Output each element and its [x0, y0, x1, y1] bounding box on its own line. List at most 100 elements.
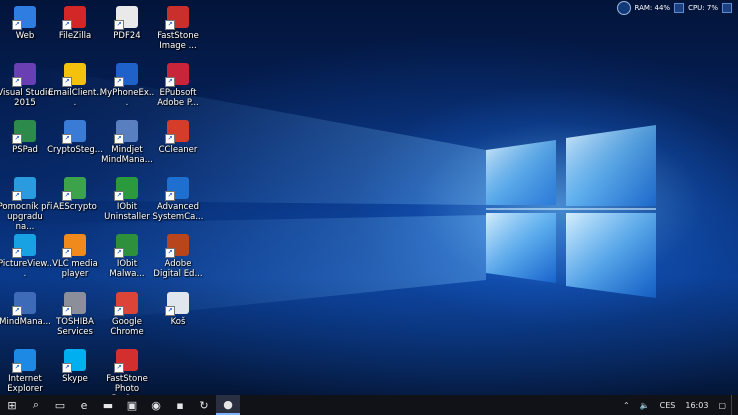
shortcut-arrow-icon: ↗ [114, 77, 124, 87]
desktop-icon[interactable]: ↗ PSPad [0, 116, 53, 172]
desktop-icon-label: Web [15, 31, 35, 41]
desktop-icon[interactable]: ↗ EmailClient... [47, 59, 103, 115]
desktop-icon[interactable]: ↗ FastStone Image ... [150, 2, 206, 58]
vlc-icon: ↗ [62, 234, 86, 258]
desktop-icon[interactable]: ↗ PictureView... [0, 230, 53, 286]
shortcut-arrow-icon: ↗ [165, 248, 175, 258]
taskbar-app-active[interactable]: ● [216, 395, 240, 415]
shortcut-arrow-icon: ↗ [62, 20, 72, 30]
shortcut-arrow-icon: ↗ [12, 77, 22, 87]
shortcut-arrow-icon: ↗ [62, 134, 72, 144]
cpu-usage: CPU: 7% [688, 4, 718, 12]
desktop-icon[interactable]: ↗ Skype [47, 345, 103, 395]
app-circle-icon: ● [223, 397, 233, 411]
desktop-icon[interactable]: ↗ Adobe Digital Ed... [150, 230, 206, 286]
desktop-icon-label: VLC media player [52, 259, 98, 279]
shortcut-arrow-icon: ↗ [12, 20, 22, 30]
show-desktop-button[interactable] [731, 395, 738, 415]
language-indicator[interactable]: CES [655, 401, 681, 410]
windows-logo-icon: ⊞ [7, 398, 17, 412]
refresh-icon: ↻ [199, 398, 209, 412]
desktop-icon[interactable]: ↗ Visual Studio 2015 [0, 59, 53, 115]
desktop[interactable]: ↗ Web ↗ FileZilla ↗ PDF24 ↗ FastStone Image ...… [0, 0, 738, 395]
shortcut-arrow-icon: ↗ [12, 248, 22, 258]
desktop-icon[interactable]: ↗FastStone Photo Resizer [99, 345, 155, 395]
shortcut-arrow-icon: ↗ [62, 191, 72, 201]
search-icon: ⌕ [32, 398, 40, 411]
app-window-icon: ▪ [176, 398, 184, 412]
shortcut-arrow-icon: ↗ [12, 363, 22, 373]
shortcut-arrow-icon: ↗ [165, 191, 175, 201]
taskbar-app-refresh[interactable]: ↻ [192, 395, 216, 415]
taskbar-edge[interactable]: e [72, 395, 96, 415]
desktop-icon[interactable]: ↗ MindMana... [0, 288, 53, 344]
taskbar-explorer[interactable]: ▬ [96, 395, 120, 415]
notification-icon[interactable]: ▢ [713, 401, 731, 410]
task-view-button[interactable]: ▭ [48, 395, 72, 415]
system-tray: ⌃ 🔈 CES 16:03 ▢ [618, 395, 738, 415]
shortcut-arrow-icon: ↗ [62, 248, 72, 258]
desktop-icon[interactable]: ↗ TOSHIBA Services [47, 288, 103, 344]
desktop-icon-label: Mindjet MindMana... [101, 145, 153, 165]
desktop-icon[interactable]: ↗ AEScrypto [47, 173, 103, 229]
desktop-icon[interactable]: ↗ Mindjet MindMana... [99, 116, 155, 172]
desktop-icon-label: Skype [62, 374, 88, 384]
desktop-icon[interactable]: ↗ MyPhoneEx... [99, 59, 155, 115]
taskbar: ⊞ ⌕ ▭ e ▬ ▣ ◉ ▪ ↻ ● ⌃ 🔈 CES 16:03 ▢ [0, 395, 738, 415]
shortcut-arrow-icon: ↗ [114, 248, 124, 258]
picture-viewer-icon: ↗ [12, 234, 36, 258]
desktop-icon[interactable]: ↗ IObit Malwa... [99, 230, 155, 286]
taskbar-app-blue[interactable]: ▪ [168, 395, 192, 415]
desktop-icon-label: Advanced SystemCa... [152, 202, 204, 222]
store-icon: ▣ [126, 398, 138, 412]
ram-bar-icon [674, 3, 685, 13]
desktop-icon[interactable]: ↗ Internet Explorer [0, 345, 53, 395]
search-button[interactable]: ⌕ [24, 395, 48, 415]
desktop-icon-label: CCleaner [158, 145, 198, 155]
start-button[interactable]: ⊞ [0, 395, 24, 415]
desktop-icon[interactable]: ↗ IObit Uninstaller [99, 173, 155, 229]
chrome-icon: ↗ [114, 292, 138, 316]
recycle-bin-icon: ↗ [165, 292, 189, 316]
adobe-digital-editions-icon: ↗ [165, 234, 189, 258]
desktop-icon-label: FileZilla [58, 31, 92, 41]
myphoneexplorer-icon: ↗ [114, 63, 138, 87]
shortcut-arrow-icon: ↗ [114, 134, 124, 144]
toshiba-icon: ↗ [62, 292, 86, 316]
shortcut-arrow-icon: ↗ [114, 20, 124, 30]
desktop-icon[interactable]: ↗ VLC media player [47, 230, 103, 286]
desktop-icon[interactable]: ↗ Web [0, 2, 53, 58]
taskbar-store[interactable]: ▣ [120, 395, 144, 415]
clock[interactable]: 16:03 [680, 401, 713, 410]
desktop-icon[interactable]: ↗ FileZilla [47, 2, 103, 58]
chevron-up-icon[interactable]: ⌃ [618, 401, 635, 410]
skype-icon: ↗ [62, 349, 86, 373]
desktop-icon[interactable]: ↗ Koš [150, 288, 206, 344]
volume-icon[interactable]: 🔈 [635, 401, 655, 410]
aescrypto-icon: ↗ [62, 177, 86, 201]
desktop-icon-label: EPubsoft Adobe P... [157, 88, 199, 108]
shortcut-arrow-icon: ↗ [114, 191, 124, 201]
shortcut-arrow-icon: ↗ [12, 191, 22, 201]
chrome-icon: ◉ [151, 398, 161, 412]
desktop-icon[interactable]: ↗ Pomocník při upgradu na... [0, 173, 53, 232]
desktop-icon[interactable]: ↗ EPubsoft Adobe P... [150, 59, 206, 115]
folder-icon: ▬ [102, 398, 114, 412]
faststone-viewer-icon: ↗ [165, 6, 189, 30]
ram-usage: RAM: 44% [634, 4, 671, 12]
star-icon: ↗ [62, 63, 86, 87]
shortcut-arrow-icon: ↗ [114, 363, 124, 373]
desktop-icon-label: AEScrypto [53, 202, 97, 212]
taskbar-chrome[interactable]: ◉ [144, 395, 168, 415]
desktop-icon[interactable]: ↗ Google Chrome [99, 288, 155, 344]
task-view-icon: ▭ [54, 398, 66, 412]
desktop-icon[interactable]: ↗ CryptoSteg... [47, 116, 103, 172]
desktop-icon-label: PictureView... [0, 259, 53, 279]
system-monitor-widget[interactable]: RAM: 44% CPU: 7% [616, 1, 732, 15]
desktop-icon[interactable]: ↗ CCleaner [150, 116, 206, 172]
desktop-icon[interactable]: ↗ PDF24 [99, 2, 155, 58]
desktop-icon[interactable]: ↗ Advanced SystemCa... [150, 173, 206, 229]
desktop-icon-label: Google Chrome [110, 317, 144, 337]
shortcut-arrow-icon: ↗ [12, 306, 22, 316]
desktop-icon-label: IObit Malwa... [109, 259, 145, 279]
